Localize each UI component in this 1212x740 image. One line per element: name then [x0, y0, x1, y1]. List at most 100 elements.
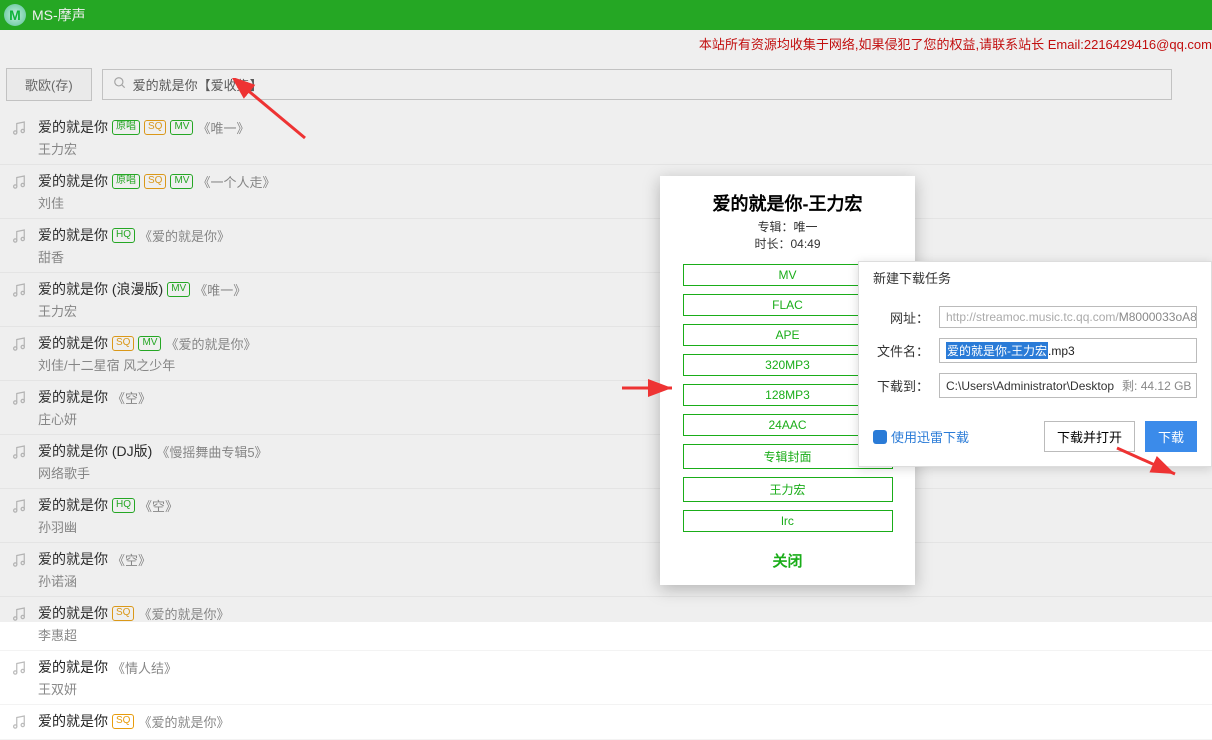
modal-album: 专辑：唯一	[670, 218, 905, 235]
track-artist: 庄心妍	[38, 409, 151, 428]
music-note-icon	[10, 389, 30, 409]
badge-mv: MV	[167, 282, 190, 297]
download-button[interactable]: 下载	[1145, 421, 1197, 452]
badge-sq: SQ	[112, 714, 134, 729]
badge-sq: SQ	[144, 120, 166, 135]
dest-label: 下载到：	[873, 376, 929, 395]
music-note-icon	[10, 119, 30, 139]
badge-sq: SQ	[112, 606, 134, 621]
search-input[interactable]: 爱的就是你【爱收集】	[102, 69, 1172, 100]
track-row[interactable]: 爱的就是你 SQ 《爱的就是你》 李惠超	[0, 597, 1212, 651]
xunlei-download-link[interactable]: 使用迅雷下载	[873, 427, 969, 446]
track-artist: 王双妍	[38, 679, 177, 698]
music-note-icon	[10, 497, 30, 517]
search-value: 爱的就是你【爱收集】	[133, 75, 263, 94]
badge-mv: MV	[138, 336, 161, 351]
track-album: 《慢摇舞曲专辑5》	[156, 442, 267, 461]
badge-sq: SQ	[112, 336, 134, 351]
music-note-icon	[10, 335, 30, 355]
search-icon	[113, 76, 127, 93]
track-title: 爱的就是你 (浪漫版)	[38, 279, 163, 299]
download-dialog-title: 新建下载任务	[859, 262, 1211, 301]
music-note-icon	[10, 551, 30, 571]
music-note-icon	[10, 281, 30, 301]
track-title: 爱的就是你	[38, 549, 108, 569]
badge-原唱: 原唱	[112, 174, 140, 189]
track-row[interactable]: 爱的就是你 SQ 《爱的就是你》	[0, 705, 1212, 740]
track-artist: 李惠超	[38, 625, 229, 644]
url-label: 网址：	[873, 308, 929, 327]
format-option-王力宏[interactable]: 王力宏	[683, 477, 893, 502]
badge-sq: SQ	[144, 174, 166, 189]
xunlei-icon	[873, 430, 887, 444]
track-artist: 孙羽幽	[38, 517, 178, 536]
badge-hq: HQ	[112, 498, 135, 513]
track-album: 《爱的就是你》	[165, 334, 256, 353]
track-artist: 王力宏	[38, 139, 249, 158]
track-artist: 网络歌手	[38, 463, 268, 482]
site-disclaimer: 本站所有资源均收集于网络,如果侵犯了您的权益,请联系站长 Email:22164…	[699, 30, 1212, 57]
track-title: 爱的就是你 (DJ版)	[38, 441, 152, 461]
track-row[interactable]: 爱的就是你 《情人结》 王双妍	[0, 651, 1212, 705]
dest-input[interactable]: C:\Users\Administrator\Desktop 剩: 44.12 …	[939, 373, 1197, 398]
track-album: 《空》	[112, 388, 151, 407]
track-artist: 王力宏	[38, 301, 246, 320]
filename-input[interactable]: 爱的就是你-王力宏.mp3	[939, 338, 1197, 363]
track-album: 《爱的就是你》	[138, 604, 229, 623]
track-title: 爱的就是你	[38, 603, 108, 623]
disk-remaining: 剩: 44.12 GB	[1122, 377, 1191, 394]
track-artist: 刘佳/十二星宿 风之少年	[38, 355, 256, 374]
track-row[interactable]: 爱的就是你 《空》 孙诺涵	[0, 543, 1212, 597]
track-title: 爱的就是你	[38, 495, 108, 515]
download-and-open-button[interactable]: 下载并打开	[1044, 421, 1135, 452]
singer-save-button[interactable]: 歌欧(存)	[6, 68, 92, 101]
track-title: 爱的就是你	[38, 711, 108, 731]
track-title: 爱的就是你	[38, 657, 108, 677]
music-note-icon	[10, 227, 30, 247]
app-header: M MS-摩声	[0, 0, 1212, 30]
track-title: 爱的就是你	[38, 333, 108, 353]
music-note-icon	[10, 443, 30, 463]
music-note-icon	[10, 713, 30, 733]
track-artist: 孙诺涵	[38, 571, 151, 590]
track-row[interactable]: 爱的就是你 原唱SQMV 《一个人走》 刘佳	[0, 165, 1212, 219]
modal-duration: 时长：04:49	[670, 235, 905, 252]
track-album: 《唯一》	[194, 280, 246, 299]
track-artist: 刘佳	[38, 193, 275, 212]
logo-letter: M	[9, 7, 21, 23]
track-album: 《爱的就是你》	[139, 226, 230, 245]
filename-ext: .mp3	[1048, 344, 1075, 358]
track-album: 《唯一》	[197, 118, 249, 137]
xunlei-label: 使用迅雷下载	[891, 427, 969, 446]
track-row[interactable]: 爱的就是你 原唱 SQ MV 《唯一》 王力宏	[0, 111, 1212, 165]
music-note-icon	[10, 173, 30, 193]
url-prefix: http://streamoc.music.tc.qq.com/	[946, 310, 1119, 324]
filename-label: 文件名：	[873, 341, 929, 360]
modal-close-button[interactable]: 关闭	[670, 550, 905, 571]
track-title: 爱的就是你	[38, 117, 108, 137]
music-note-icon	[10, 605, 30, 625]
url-input[interactable]: http://streamoc.music.tc.qq.com/M8000033…	[939, 306, 1197, 328]
download-task-dialog: 新建下载任务 网址： http://streamoc.music.tc.qq.c…	[858, 261, 1212, 467]
badge-原唱: 原唱	[112, 120, 140, 135]
track-album: 《情人结》	[112, 658, 177, 677]
music-note-icon	[10, 659, 30, 679]
track-title: 爱的就是你	[38, 387, 108, 407]
dest-value: C:\Users\Administrator\Desktop	[946, 379, 1114, 393]
badge-mv: MV	[170, 174, 193, 189]
url-suffix: M8000033oA8	[1119, 310, 1197, 324]
track-title: 爱的就是你	[38, 225, 108, 245]
track-album: 《空》	[139, 496, 178, 515]
modal-title: 爱的就是你-王力宏	[670, 190, 905, 216]
badge-hq: HQ	[112, 228, 135, 243]
track-album: 《爱的就是你》	[138, 712, 229, 731]
app-logo: M	[4, 4, 26, 26]
format-option-lrc[interactable]: lrc	[683, 510, 893, 532]
app-title: MS-摩声	[32, 5, 86, 25]
track-artist: 甜香	[38, 247, 230, 266]
badge-mv: MV	[170, 120, 193, 135]
track-album: 《空》	[112, 550, 151, 569]
filename-selected: 爱的就是你-王力宏	[946, 342, 1048, 359]
track-title: 爱的就是你	[38, 171, 108, 191]
track-row[interactable]: 爱的就是你 HQ 《空》 孙羽幽	[0, 489, 1212, 543]
